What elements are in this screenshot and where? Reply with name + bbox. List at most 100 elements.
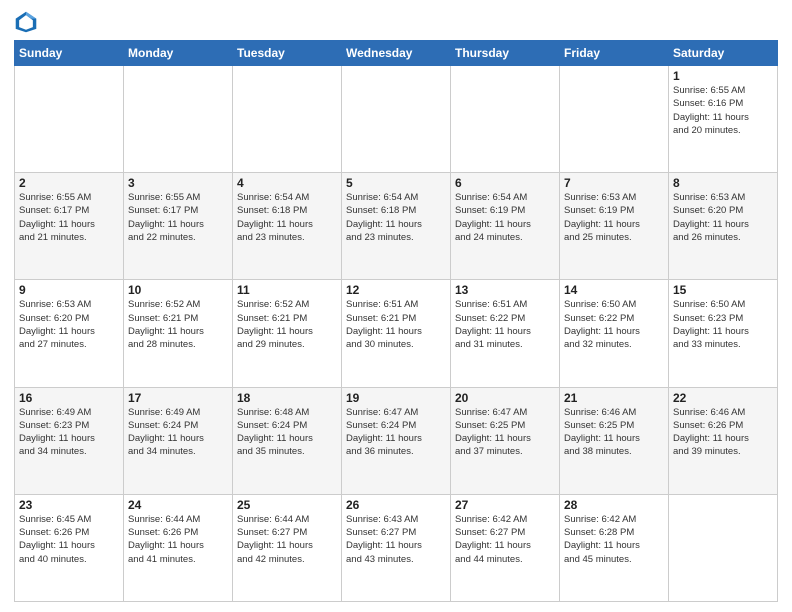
table-row	[669, 494, 778, 601]
table-row: 10Sunrise: 6:52 AM Sunset: 6:21 PM Dayli…	[124, 280, 233, 387]
day-info: Sunrise: 6:42 AM Sunset: 6:28 PM Dayligh…	[564, 513, 664, 566]
calendar-week-row: 2Sunrise: 6:55 AM Sunset: 6:17 PM Daylig…	[15, 173, 778, 280]
day-info: Sunrise: 6:54 AM Sunset: 6:18 PM Dayligh…	[237, 191, 337, 244]
col-monday: Monday	[124, 41, 233, 66]
day-number: 14	[564, 283, 664, 297]
day-number: 27	[455, 498, 555, 512]
table-row: 23Sunrise: 6:45 AM Sunset: 6:26 PM Dayli…	[15, 494, 124, 601]
table-row: 2Sunrise: 6:55 AM Sunset: 6:17 PM Daylig…	[15, 173, 124, 280]
table-row	[233, 66, 342, 173]
day-number: 13	[455, 283, 555, 297]
table-row: 15Sunrise: 6:50 AM Sunset: 6:23 PM Dayli…	[669, 280, 778, 387]
table-row: 25Sunrise: 6:44 AM Sunset: 6:27 PM Dayli…	[233, 494, 342, 601]
day-number: 28	[564, 498, 664, 512]
table-row: 27Sunrise: 6:42 AM Sunset: 6:27 PM Dayli…	[451, 494, 560, 601]
table-row	[15, 66, 124, 173]
day-number: 11	[237, 283, 337, 297]
day-info: Sunrise: 6:43 AM Sunset: 6:27 PM Dayligh…	[346, 513, 446, 566]
day-number: 12	[346, 283, 446, 297]
table-row: 20Sunrise: 6:47 AM Sunset: 6:25 PM Dayli…	[451, 387, 560, 494]
col-tuesday: Tuesday	[233, 41, 342, 66]
table-row: 24Sunrise: 6:44 AM Sunset: 6:26 PM Dayli…	[124, 494, 233, 601]
table-row: 3Sunrise: 6:55 AM Sunset: 6:17 PM Daylig…	[124, 173, 233, 280]
header	[14, 10, 778, 34]
day-number: 24	[128, 498, 228, 512]
day-info: Sunrise: 6:55 AM Sunset: 6:17 PM Dayligh…	[128, 191, 228, 244]
table-row: 17Sunrise: 6:49 AM Sunset: 6:24 PM Dayli…	[124, 387, 233, 494]
table-row: 14Sunrise: 6:50 AM Sunset: 6:22 PM Dayli…	[560, 280, 669, 387]
table-row: 1Sunrise: 6:55 AM Sunset: 6:16 PM Daylig…	[669, 66, 778, 173]
day-number: 3	[128, 176, 228, 190]
day-info: Sunrise: 6:44 AM Sunset: 6:27 PM Dayligh…	[237, 513, 337, 566]
day-number: 7	[564, 176, 664, 190]
day-info: Sunrise: 6:49 AM Sunset: 6:23 PM Dayligh…	[19, 406, 119, 459]
table-row: 8Sunrise: 6:53 AM Sunset: 6:20 PM Daylig…	[669, 173, 778, 280]
day-info: Sunrise: 6:53 AM Sunset: 6:20 PM Dayligh…	[19, 298, 119, 351]
day-info: Sunrise: 6:48 AM Sunset: 6:24 PM Dayligh…	[237, 406, 337, 459]
day-number: 15	[673, 283, 773, 297]
table-row: 12Sunrise: 6:51 AM Sunset: 6:21 PM Dayli…	[342, 280, 451, 387]
day-number: 1	[673, 69, 773, 83]
day-number: 21	[564, 391, 664, 405]
day-info: Sunrise: 6:54 AM Sunset: 6:18 PM Dayligh…	[346, 191, 446, 244]
table-row	[560, 66, 669, 173]
day-info: Sunrise: 6:52 AM Sunset: 6:21 PM Dayligh…	[237, 298, 337, 351]
day-number: 19	[346, 391, 446, 405]
day-info: Sunrise: 6:54 AM Sunset: 6:19 PM Dayligh…	[455, 191, 555, 244]
day-number: 4	[237, 176, 337, 190]
day-number: 23	[19, 498, 119, 512]
col-sunday: Sunday	[15, 41, 124, 66]
table-row: 11Sunrise: 6:52 AM Sunset: 6:21 PM Dayli…	[233, 280, 342, 387]
day-number: 20	[455, 391, 555, 405]
day-number: 22	[673, 391, 773, 405]
day-number: 9	[19, 283, 119, 297]
table-row: 6Sunrise: 6:54 AM Sunset: 6:19 PM Daylig…	[451, 173, 560, 280]
calendar-week-row: 16Sunrise: 6:49 AM Sunset: 6:23 PM Dayli…	[15, 387, 778, 494]
day-number: 8	[673, 176, 773, 190]
calendar-week-row: 1Sunrise: 6:55 AM Sunset: 6:16 PM Daylig…	[15, 66, 778, 173]
day-info: Sunrise: 6:50 AM Sunset: 6:22 PM Dayligh…	[564, 298, 664, 351]
table-row: 4Sunrise: 6:54 AM Sunset: 6:18 PM Daylig…	[233, 173, 342, 280]
day-number: 16	[19, 391, 119, 405]
day-info: Sunrise: 6:46 AM Sunset: 6:26 PM Dayligh…	[673, 406, 773, 459]
table-row: 21Sunrise: 6:46 AM Sunset: 6:25 PM Dayli…	[560, 387, 669, 494]
table-row: 26Sunrise: 6:43 AM Sunset: 6:27 PM Dayli…	[342, 494, 451, 601]
day-number: 25	[237, 498, 337, 512]
table-row: 16Sunrise: 6:49 AM Sunset: 6:23 PM Dayli…	[15, 387, 124, 494]
day-info: Sunrise: 6:52 AM Sunset: 6:21 PM Dayligh…	[128, 298, 228, 351]
calendar-week-row: 23Sunrise: 6:45 AM Sunset: 6:26 PM Dayli…	[15, 494, 778, 601]
table-row	[342, 66, 451, 173]
day-info: Sunrise: 6:46 AM Sunset: 6:25 PM Dayligh…	[564, 406, 664, 459]
day-info: Sunrise: 6:42 AM Sunset: 6:27 PM Dayligh…	[455, 513, 555, 566]
day-info: Sunrise: 6:55 AM Sunset: 6:16 PM Dayligh…	[673, 84, 773, 137]
day-info: Sunrise: 6:49 AM Sunset: 6:24 PM Dayligh…	[128, 406, 228, 459]
table-row: 19Sunrise: 6:47 AM Sunset: 6:24 PM Dayli…	[342, 387, 451, 494]
table-row: 13Sunrise: 6:51 AM Sunset: 6:22 PM Dayli…	[451, 280, 560, 387]
col-thursday: Thursday	[451, 41, 560, 66]
logo	[14, 10, 42, 34]
day-number: 18	[237, 391, 337, 405]
day-info: Sunrise: 6:53 AM Sunset: 6:20 PM Dayligh…	[673, 191, 773, 244]
logo-icon	[14, 10, 38, 34]
day-info: Sunrise: 6:44 AM Sunset: 6:26 PM Dayligh…	[128, 513, 228, 566]
table-row: 7Sunrise: 6:53 AM Sunset: 6:19 PM Daylig…	[560, 173, 669, 280]
day-number: 5	[346, 176, 446, 190]
table-row: 5Sunrise: 6:54 AM Sunset: 6:18 PM Daylig…	[342, 173, 451, 280]
calendar-week-row: 9Sunrise: 6:53 AM Sunset: 6:20 PM Daylig…	[15, 280, 778, 387]
page: Sunday Monday Tuesday Wednesday Thursday…	[0, 0, 792, 612]
table-row: 28Sunrise: 6:42 AM Sunset: 6:28 PM Dayli…	[560, 494, 669, 601]
day-info: Sunrise: 6:51 AM Sunset: 6:22 PM Dayligh…	[455, 298, 555, 351]
day-info: Sunrise: 6:47 AM Sunset: 6:24 PM Dayligh…	[346, 406, 446, 459]
table-row: 9Sunrise: 6:53 AM Sunset: 6:20 PM Daylig…	[15, 280, 124, 387]
table-row	[124, 66, 233, 173]
day-info: Sunrise: 6:47 AM Sunset: 6:25 PM Dayligh…	[455, 406, 555, 459]
calendar-header-row: Sunday Monday Tuesday Wednesday Thursday…	[15, 41, 778, 66]
day-info: Sunrise: 6:53 AM Sunset: 6:19 PM Dayligh…	[564, 191, 664, 244]
day-number: 6	[455, 176, 555, 190]
table-row: 18Sunrise: 6:48 AM Sunset: 6:24 PM Dayli…	[233, 387, 342, 494]
day-info: Sunrise: 6:55 AM Sunset: 6:17 PM Dayligh…	[19, 191, 119, 244]
calendar-table: Sunday Monday Tuesday Wednesday Thursday…	[14, 40, 778, 602]
col-saturday: Saturday	[669, 41, 778, 66]
day-info: Sunrise: 6:51 AM Sunset: 6:21 PM Dayligh…	[346, 298, 446, 351]
day-number: 26	[346, 498, 446, 512]
